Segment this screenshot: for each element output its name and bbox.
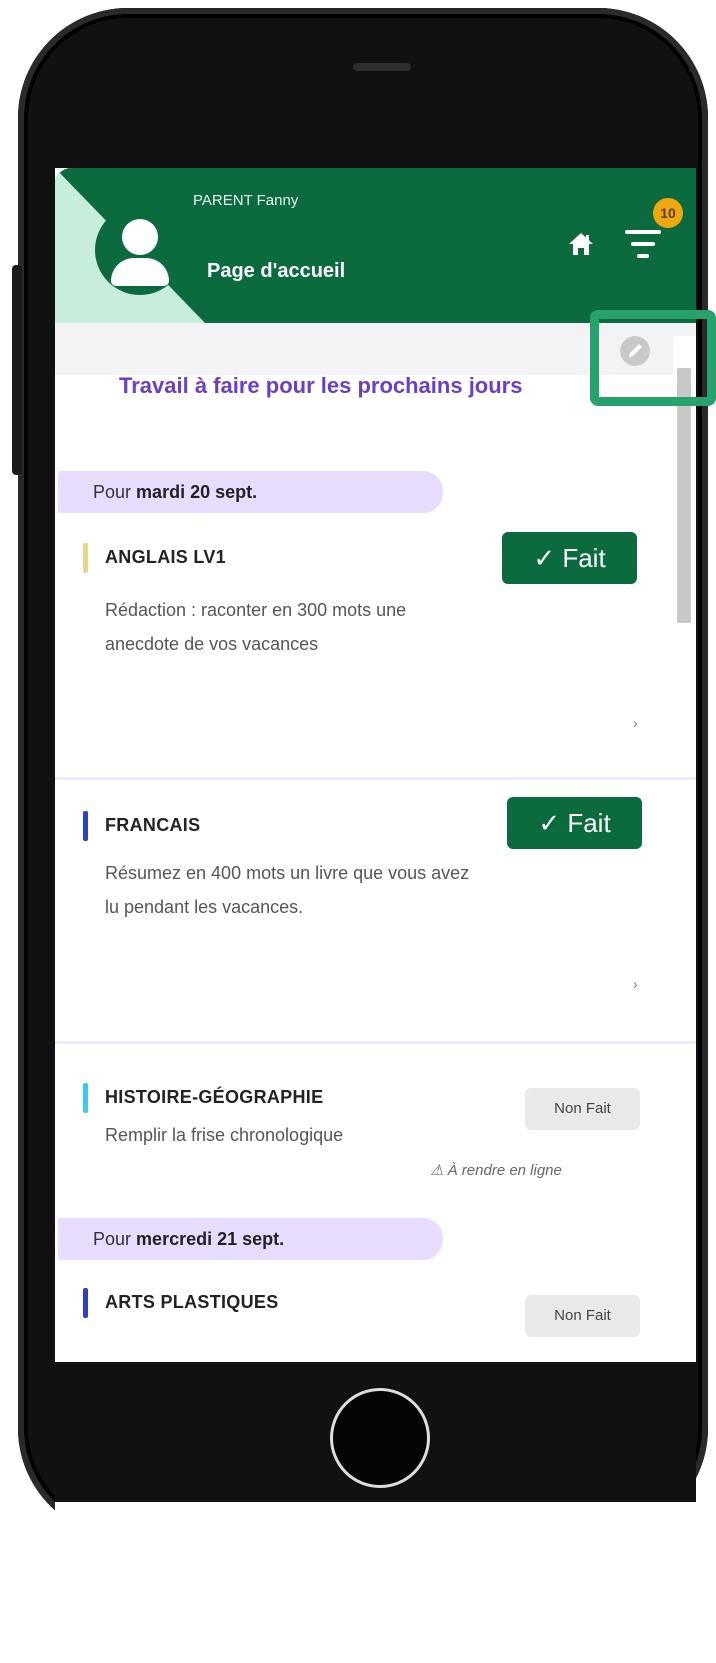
divider xyxy=(55,777,696,780)
subject-color-bar xyxy=(83,811,88,841)
warning-icon: ⚠ xyxy=(430,1162,444,1179)
home-icon[interactable] xyxy=(567,230,595,258)
notification-badge: 10 xyxy=(653,198,683,228)
text-fade xyxy=(435,993,655,1011)
divider xyxy=(55,1041,696,1044)
page-title: Page d'accueil xyxy=(207,260,346,282)
subject-color-bar xyxy=(83,1083,88,1113)
chevron-right-icon[interactable]: › xyxy=(633,715,638,731)
scrollbar-thumb[interactable] xyxy=(677,368,691,623)
task-description-line: lu pendant les vacances. xyxy=(105,897,304,917)
status-todo-button[interactable]: Non Fait xyxy=(525,1088,640,1130)
task-subject: ANGLAIS LV1 xyxy=(105,547,226,567)
task-description: Résumez en 400 mots un livre que vous av… xyxy=(105,856,645,924)
avatar[interactable] xyxy=(95,205,185,295)
chevron-right-icon[interactable]: › xyxy=(633,976,638,992)
side-volume-button xyxy=(12,265,22,475)
task-description: Rédaction : raconter en 300 mots une ane… xyxy=(105,593,645,661)
date-header: Pour mardi 20 sept. xyxy=(58,471,443,513)
check-icon: ✓ xyxy=(538,808,561,838)
task-description-line: anecdote de vos vacances xyxy=(105,634,319,654)
section-title: Travail à faire pour les prochains jours xyxy=(119,373,523,398)
task-description-line: Résumez en 400 mots un livre que vous av… xyxy=(105,863,470,883)
date-value: mercredi 21 sept. xyxy=(136,1229,285,1249)
speaker-grille xyxy=(353,63,411,71)
date-prefix: Pour xyxy=(93,1229,132,1249)
status-label: Fait xyxy=(562,543,606,573)
avatar-head xyxy=(122,219,158,255)
task-subject: HISTOIRE-GÉOGRAPHIE xyxy=(105,1087,324,1107)
date-header: Pour mercredi 21 sept. xyxy=(58,1218,443,1260)
status-label: Fait xyxy=(567,808,611,838)
avatar-body xyxy=(111,258,169,286)
date-value: mardi 20 sept. xyxy=(136,482,258,502)
status-todo-button[interactable]: Non Fait xyxy=(525,1295,640,1337)
home-button[interactable] xyxy=(330,1388,430,1488)
submit-online-label[interactable]: ⚠ À rendre en ligne xyxy=(430,1161,562,1179)
task-subject: ARTS PLASTIQUES xyxy=(105,1292,279,1312)
date-prefix: Pour xyxy=(93,482,132,502)
task-subject: FRANCAIS xyxy=(105,815,201,835)
text-fade xyxy=(435,731,655,749)
user-name: PARENT Fanny xyxy=(193,192,299,209)
filter-menu-icon[interactable] xyxy=(621,218,665,268)
subject-color-bar xyxy=(83,1288,88,1318)
check-icon: ✓ xyxy=(533,543,556,573)
status-done-button[interactable]: ✓ Fait xyxy=(507,797,642,849)
status-done-button[interactable]: ✓ Fait xyxy=(502,532,637,584)
task-description-line: Rédaction : raconter en 300 mots une xyxy=(105,600,407,620)
submit-online-text: À rendre en ligne xyxy=(447,1162,562,1179)
highlight-frame xyxy=(590,310,716,406)
app-header: PARENT Fanny Page d'accueil 10 xyxy=(55,168,696,323)
subject-color-bar xyxy=(83,543,88,573)
